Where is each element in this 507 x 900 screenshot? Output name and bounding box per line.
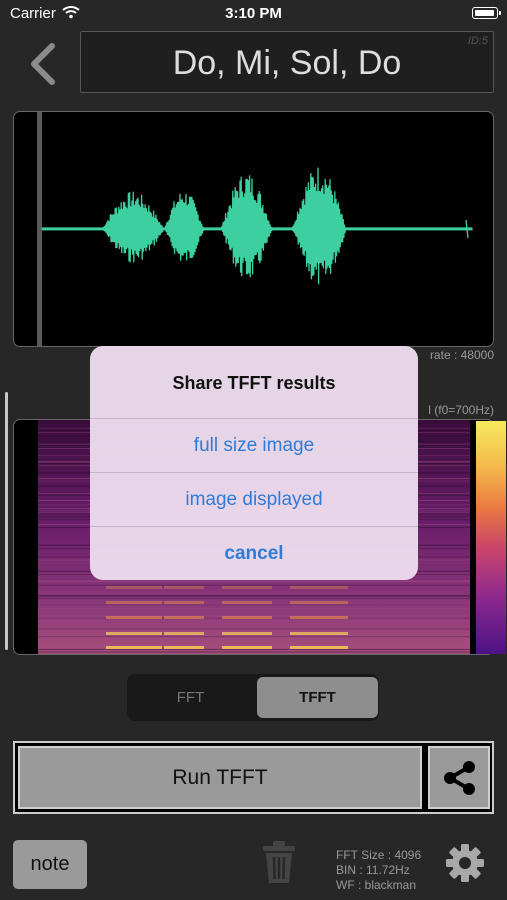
back-chevron-icon[interactable]: [24, 40, 64, 88]
note-button[interactable]: note: [13, 840, 87, 889]
status-bar: Carrier 3:10 PM: [0, 0, 507, 28]
spectrogram-colorbar: [476, 421, 506, 654]
fft-info: FFT Size : 4096 BIN : 11.72Hz WF : black…: [336, 848, 421, 893]
fft-tab[interactable]: FFT: [130, 677, 251, 718]
trash-icon[interactable]: [259, 838, 299, 886]
share-icon: [444, 761, 475, 795]
cancel-action[interactable]: cancel: [90, 527, 418, 580]
f0-label: l (f0=700Hz): [428, 403, 494, 417]
waveform-trace: [41, 167, 473, 285]
recording-title: Do, Mi, Sol, Do: [172, 44, 402, 82]
recording-title-box[interactable]: ID:5 Do, Mi, Sol, Do: [80, 31, 494, 93]
share-button[interactable]: [428, 746, 490, 809]
spectrogram-scrollbar[interactable]: [5, 392, 8, 650]
battery-icon: [472, 7, 501, 19]
full-size-image-action[interactable]: full size image: [90, 419, 418, 472]
waveform-panel[interactable]: [13, 111, 494, 347]
tfft-tab[interactable]: TFFT: [257, 677, 378, 718]
sample-rate-label: rate : 48000: [429, 348, 494, 362]
fft-mode-segmented-control[interactable]: FFT TFFT: [127, 674, 379, 721]
status-time: 3:10 PM: [225, 5, 282, 22]
dialog-title: Share TFFT results: [172, 373, 336, 393]
gear-icon[interactable]: [445, 843, 485, 883]
run-tfft-button[interactable]: Run TFFT: [18, 746, 422, 809]
window-function-label: WF : blackman: [336, 878, 417, 892]
playhead-cursor: [37, 112, 42, 346]
share-dialog: Share TFFT results full size image image…: [90, 346, 418, 580]
waveform-plot: [37, 112, 473, 346]
fft-size-label: FFT Size : 4096: [336, 848, 422, 862]
run-controls: Run TFFT: [13, 741, 494, 814]
bin-label: BIN : 11.72Hz: [336, 863, 410, 877]
image-displayed-action[interactable]: image displayed: [90, 473, 418, 526]
